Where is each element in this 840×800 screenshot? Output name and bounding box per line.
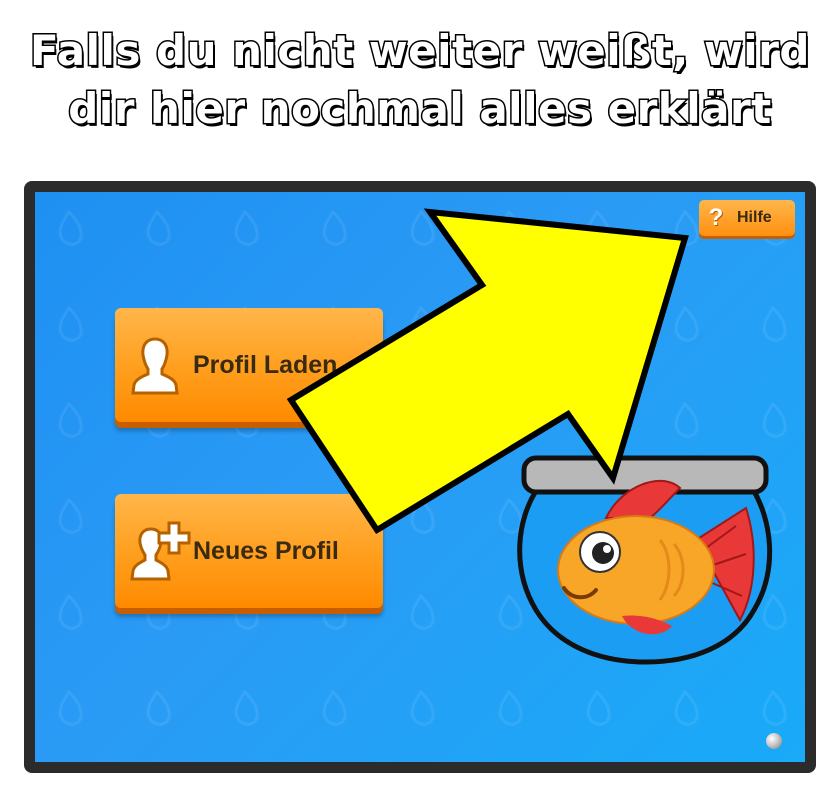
person-silhouette-icon (131, 337, 179, 395)
new-profile-label: Neues Profil (193, 536, 339, 565)
new-profile-button[interactable]: Neues Profil (115, 494, 383, 608)
status-dot[interactable] (766, 733, 782, 749)
app-screen: ? Hilfe Profil Laden Neues Profil (35, 192, 805, 762)
goldfish-bowl-mascot (517, 455, 773, 665)
load-profile-button[interactable]: Profil Laden (115, 308, 383, 422)
help-button[interactable]: ? Hilfe (699, 200, 795, 236)
add-person-icon (130, 521, 191, 581)
load-profile-label: Profil Laden (193, 350, 338, 379)
help-label: Hilfe (737, 209, 772, 226)
headline: Falls du nicht weiter weißt, wird dir hi… (0, 22, 840, 138)
headline-line-1: Falls du nicht weiter weißt, wird (29, 25, 811, 77)
question-mark-icon: ? (708, 204, 724, 231)
headline-line-2: dir hier nochmal alles erklärt (67, 83, 773, 135)
